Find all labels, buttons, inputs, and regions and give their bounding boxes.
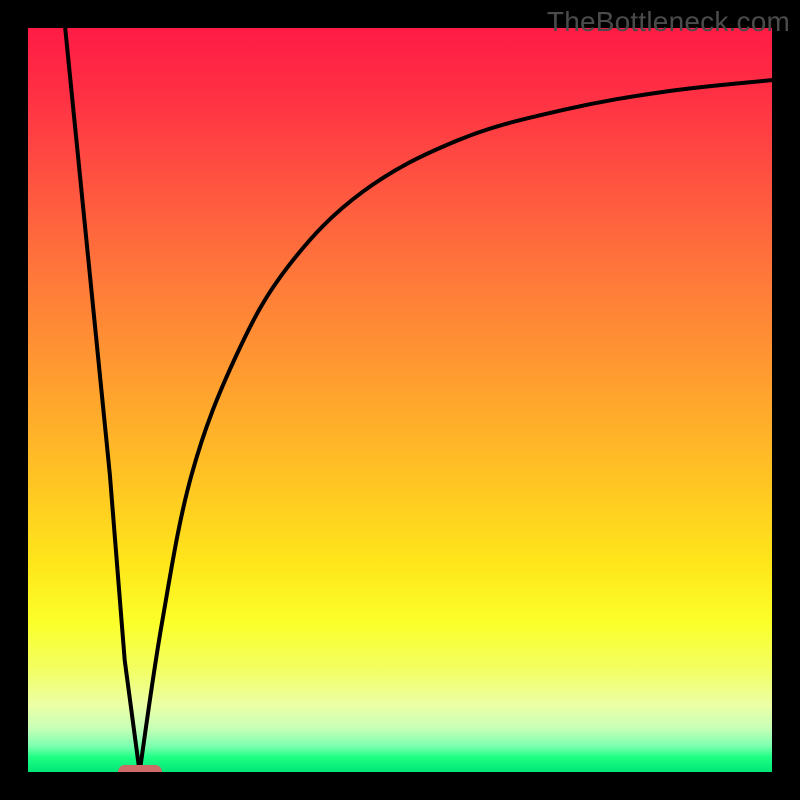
min-point-marker: [118, 765, 162, 772]
chart-frame: TheBottleneck.com: [0, 0, 800, 800]
watermark-text: TheBottleneck.com: [547, 6, 790, 38]
plot-area: [28, 28, 772, 772]
curve-right-branch: [140, 80, 772, 772]
curve-layer: [28, 28, 772, 772]
curve-left-branch: [65, 28, 139, 772]
